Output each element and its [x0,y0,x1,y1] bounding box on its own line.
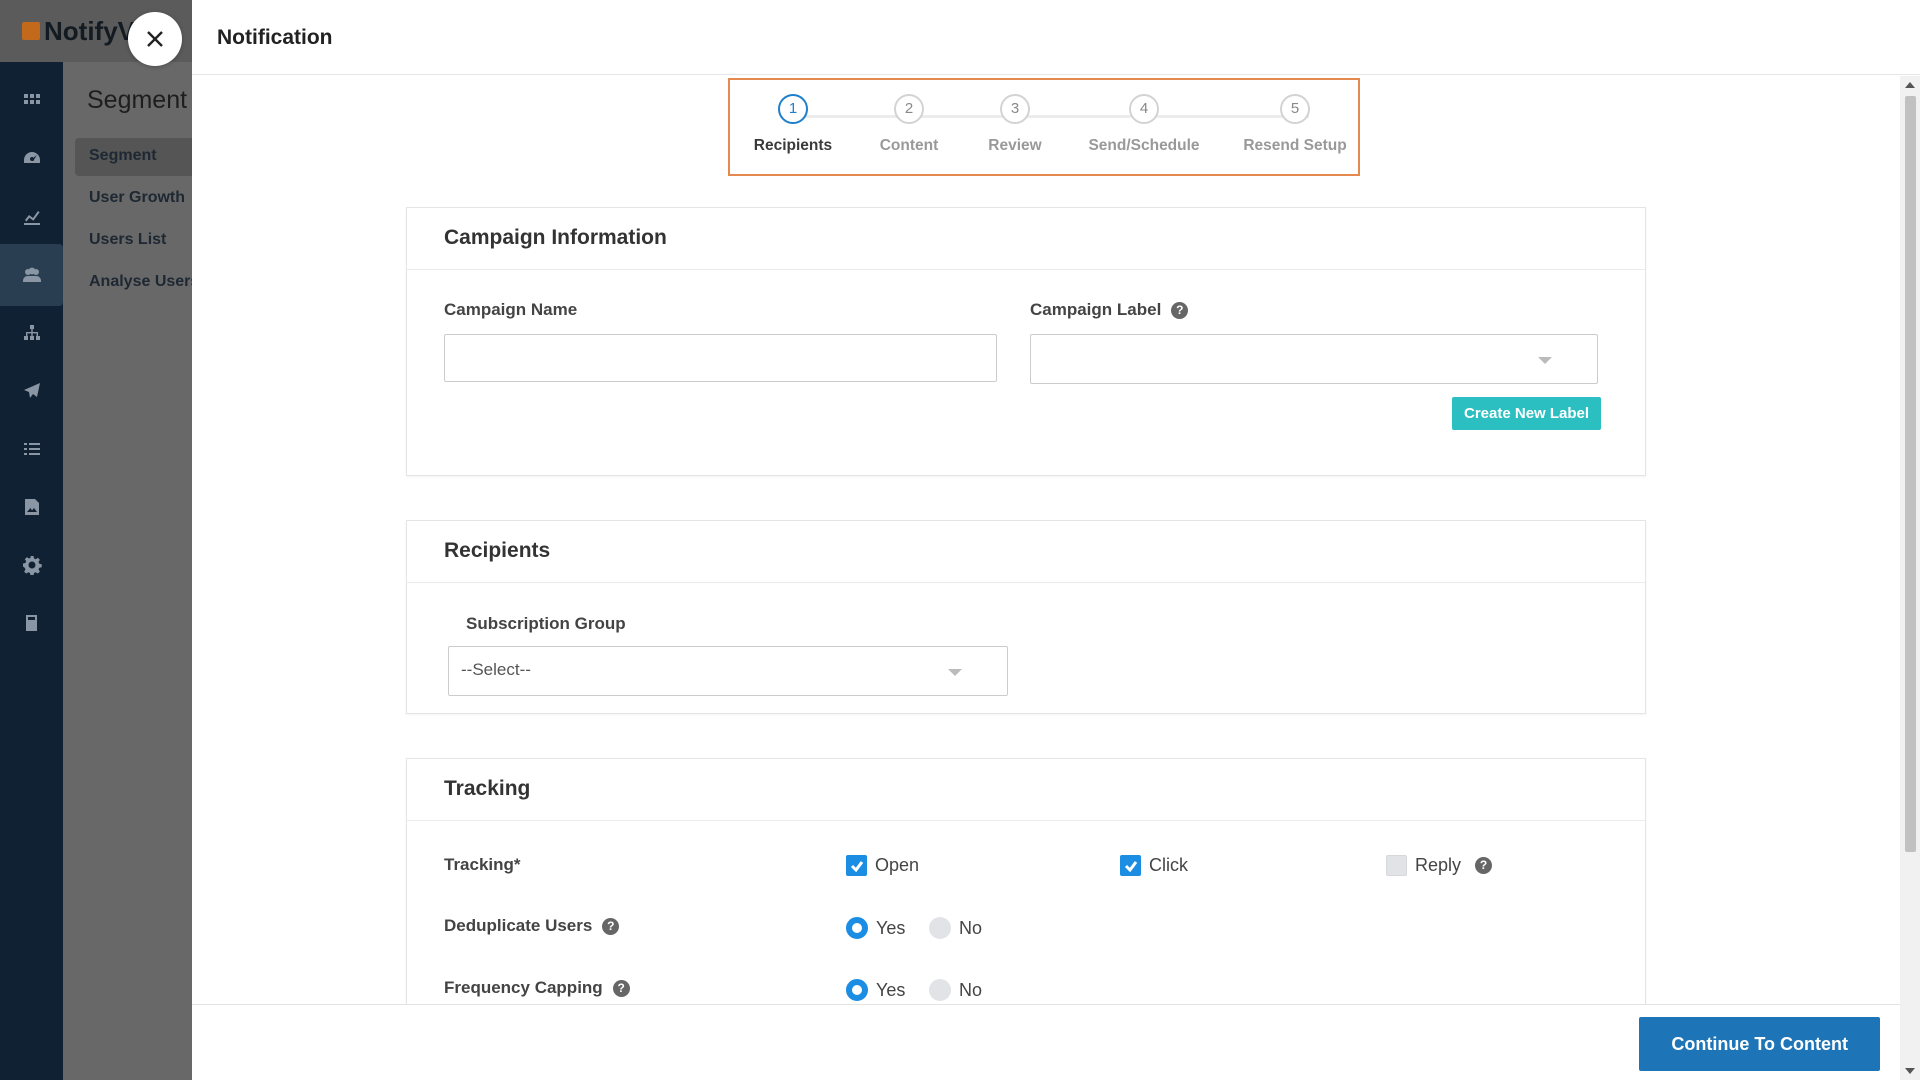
list-icon[interactable] [0,418,63,480]
step-recipients[interactable]: 1 Recipients [728,94,858,155]
notification-drawer: Notification 1 Recipients 2 Content 3 Re… [192,0,1920,1080]
frequency-capping-label-text: Frequency Capping [444,978,603,997]
deduplicate-no-radio[interactable]: No [929,917,982,939]
campaign-name-label-text: Campaign Name [444,300,578,319]
reply-label: Reply [1415,855,1462,875]
frequency-yes-radio[interactable]: Yes [846,979,905,1001]
tracking-label: Tracking* [444,855,521,875]
subscription-group-label-text: Subscription Group [466,614,626,633]
yes-label: Yes [876,979,906,1000]
drawer-scrollbar[interactable] [1900,76,1920,1080]
drawer-header: Notification [192,0,1920,75]
step-number: 3 [1000,94,1030,124]
image-icon[interactable] [0,476,63,538]
drawer-title: Notification [217,26,333,49]
radio-unselected-icon [929,979,951,1001]
subscription-group-select[interactable]: --Select-- [448,646,1008,696]
step-number: 2 [894,94,924,124]
step-review[interactable]: 3 Review [950,94,1080,155]
subnav-item-analyse-users[interactable]: Analyse Users [75,264,195,302]
scroll-up-arrow-icon[interactable] [1905,82,1915,88]
frequency-capping-label: Frequency Capping ? [444,978,630,998]
grid-icon[interactable] [0,70,63,132]
app-icon-rail [0,62,63,1080]
deduplicate-users-label: Deduplicate Users ? [444,916,620,936]
dashboard-icon[interactable] [0,128,63,190]
campaign-label-label-text: Campaign Label [1030,300,1162,319]
campaign-label-label: Campaign Label ? [1030,300,1189,320]
click-label: Click [1149,855,1188,875]
subnav-item-segment[interactable]: Segment [75,138,195,176]
users-icon[interactable] [0,244,63,306]
create-new-label-button[interactable]: Create New Label [1452,397,1602,430]
logo-mark-icon [22,22,40,40]
checkbox-unchecked-icon [1386,855,1407,876]
reply-tracking-checkbox[interactable]: Reply ? [1386,855,1493,876]
no-label: No [959,917,983,938]
step-label: Review [988,137,1042,154]
campaign-information-card: Campaign Information Campaign Name Campa… [406,207,1646,476]
help-icon[interactable]: ? [1475,857,1493,874]
checkbox-checked-icon [846,855,867,876]
drawer-footer: Continue To Content [192,1004,1900,1080]
subscription-group-label: Subscription Group [466,614,626,634]
subscription-group-value: --Select-- [461,660,531,679]
radio-selected-icon [846,979,868,1001]
close-drawer-button[interactable] [128,12,182,66]
wizard-stepper: 1 Recipients 2 Content 3 Review 4 Send/S… [728,78,1360,176]
step-label: Recipients [753,137,833,154]
help-icon[interactable]: ? [1171,301,1189,319]
subnav-item-users-list[interactable]: Users List [75,222,195,260]
campaign-label-select[interactable] [1030,334,1598,384]
yes-label: Yes [876,917,906,938]
send-icon[interactable] [0,360,63,422]
radio-selected-icon [846,917,868,939]
step-number: 5 [1280,94,1310,124]
step-label: Send/Schedule [1088,137,1200,154]
subnav-title: Segment [87,86,188,114]
subnav-item-user-growth[interactable]: User Growth [75,180,195,218]
tracking-heading: Tracking [407,759,1645,821]
campaign-name-label: Campaign Name [444,300,577,320]
click-tracking-checkbox[interactable]: Click [1120,855,1188,876]
help-icon[interactable]: ? [602,917,620,935]
step-label: Resend Setup [1243,137,1347,154]
scroll-down-arrow-icon[interactable] [1905,1068,1915,1074]
tracking-card: Tracking Tracking* Open Click Reply ? De… [406,758,1646,1004]
deduplicate-yes-radio[interactable]: Yes [846,917,905,939]
recipients-heading: Recipients [407,521,1645,583]
sitemap-icon[interactable] [0,302,63,364]
close-icon [147,31,163,47]
step-resend-setup[interactable]: 5 Resend Setup [1230,94,1360,155]
drawer-body: 1 Recipients 2 Content 3 Review 4 Send/S… [192,76,1900,1004]
chevron-down-icon [948,669,962,676]
continue-to-content-button[interactable]: Continue To Content [1639,1017,1880,1071]
recipients-card: Recipients Subscription Group --Select-- [406,520,1646,714]
tracking-label-text: Tracking* [444,855,521,874]
help-icon[interactable]: ? [612,979,630,997]
campaign-name-input[interactable] [444,334,997,382]
open-label: Open [875,855,920,875]
chart-icon[interactable] [0,186,63,248]
scrollbar-thumb[interactable] [1905,96,1916,852]
open-tracking-checkbox[interactable]: Open [846,855,919,876]
frequency-no-radio[interactable]: No [929,979,982,1001]
step-number: 4 [1129,94,1159,124]
no-label: No [959,979,983,1000]
settings-icon[interactable] [0,534,63,596]
checkbox-checked-icon [1120,855,1141,876]
app-subnav: Segment Segment User Growth Users List A… [63,62,195,1080]
book-icon[interactable] [0,592,63,654]
logo-text: NotifyV [44,15,135,46]
campaign-information-heading: Campaign Information [407,208,1645,270]
radio-unselected-icon [929,917,951,939]
step-send-schedule[interactable]: 4 Send/Schedule [1079,94,1209,155]
chevron-down-icon [1538,357,1552,364]
step-number: 1 [778,94,808,124]
app-logo: NotifyV [22,16,135,46]
deduplicate-users-label-text: Deduplicate Users [444,916,593,935]
